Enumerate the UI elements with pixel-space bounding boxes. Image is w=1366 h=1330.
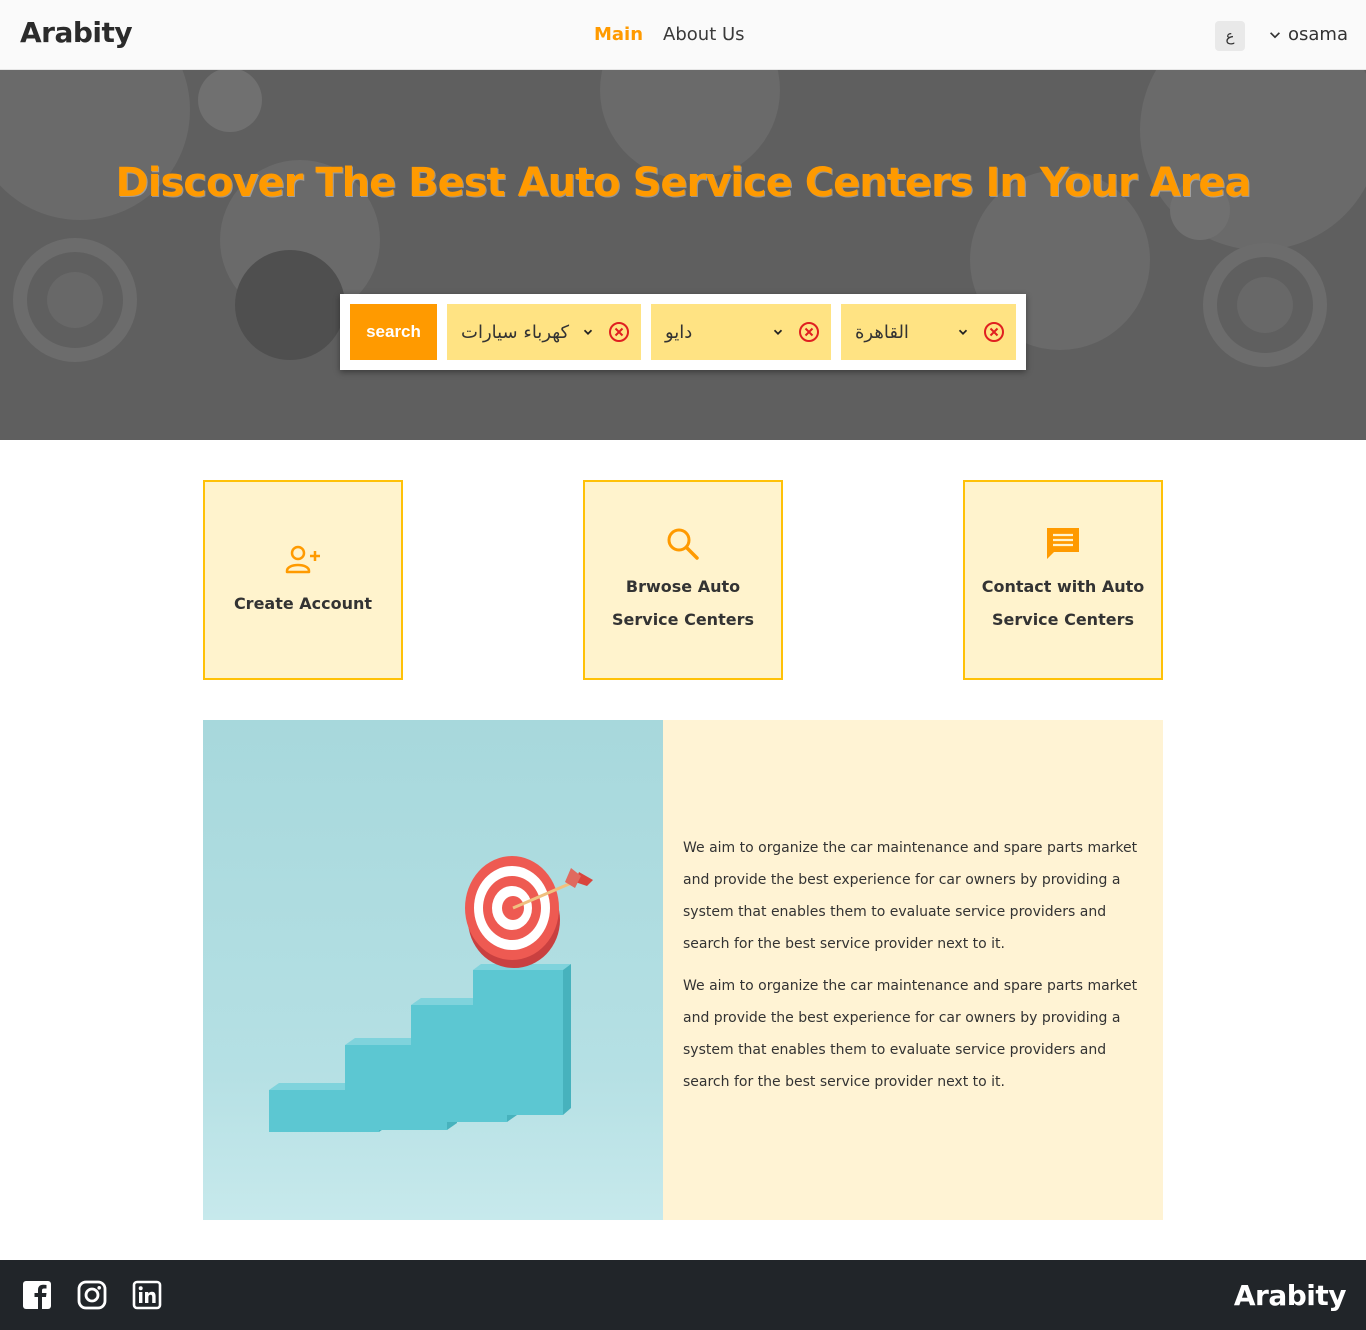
search-bar: search كهرباء سيارات دايو القاهرة (340, 294, 1026, 370)
hero-section: Discover The Best Auto Service Centers I… (0, 70, 1366, 440)
footer: Arabity (0, 1260, 1366, 1330)
car-brand-value: دايو (665, 321, 693, 343)
feature-label: Contact with Auto Service Centers (981, 577, 1145, 629)
growth-target-illustration (269, 856, 593, 1132)
about-text-panel: We aim to organize the car maintenance a… (663, 720, 1163, 1220)
city-value: القاهرة (855, 321, 909, 343)
feature-card-browse-centers[interactable]: Brwose Auto Service Centers (583, 480, 783, 680)
chevron-down-icon (958, 329, 968, 335)
city-select[interactable]: القاهرة (841, 304, 1016, 360)
feature-label: Create Account (233, 593, 373, 613)
brand-logo[interactable]: Arabity (20, 16, 133, 49)
user-menu-dropdown[interactable]: osama (1268, 24, 1348, 45)
user-plus-icon (285, 545, 320, 573)
facebook-icon[interactable] (22, 1280, 52, 1310)
feature-card-create-account[interactable]: Create Account (203, 480, 403, 680)
nav-links: Main About Us (594, 24, 745, 45)
feature-card-contact-centers[interactable]: Contact with Auto Service Centers (963, 480, 1163, 680)
language-toggle-button[interactable]: ع (1215, 21, 1245, 51)
chevron-down-icon (773, 329, 783, 335)
navbar: Arabity Main About Us ع osama (0, 0, 1366, 70)
nav-link-about-us[interactable]: About Us (663, 24, 745, 45)
clear-selection-icon[interactable] (608, 321, 630, 343)
linkedin-icon[interactable] (132, 1280, 162, 1310)
clear-selection-icon[interactable] (798, 321, 820, 343)
chevron-down-icon (583, 329, 593, 335)
service-type-value: كهرباء سيارات (461, 321, 570, 343)
search-icon (667, 528, 699, 560)
instagram-icon[interactable] (77, 1280, 107, 1310)
car-brand-select[interactable]: دايو (651, 304, 831, 360)
footer-brand-logo[interactable]: Arabity (1234, 1279, 1347, 1312)
chevron-down-icon (1270, 31, 1280, 38)
about-paragraph: We aim to organize the car maintenance a… (683, 978, 1138, 1090)
hero-title: Discover The Best Auto Service Centers I… (115, 160, 1252, 206)
about-image (203, 720, 663, 1220)
service-type-select[interactable]: كهرباء سيارات (447, 304, 641, 360)
nav-link-main[interactable]: Main (594, 24, 643, 45)
user-name: osama (1288, 24, 1348, 45)
search-button[interactable]: search (350, 304, 437, 360)
clear-selection-icon[interactable] (983, 321, 1005, 343)
gears-background-icon (0, 70, 1366, 367)
message-icon (1047, 528, 1079, 559)
about-paragraph: We aim to organize the car maintenance a… (683, 840, 1138, 952)
feature-label: Brwose Auto Service Centers (612, 577, 754, 629)
